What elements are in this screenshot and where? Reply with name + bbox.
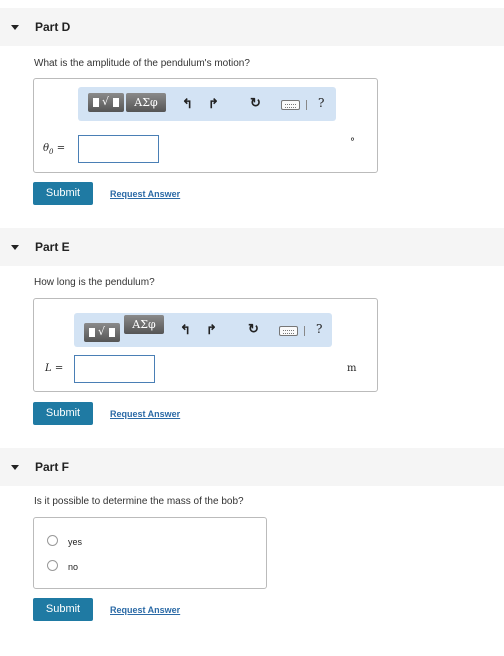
- unit-label: m: [347, 363, 357, 374]
- part-title: Part E: [35, 240, 70, 254]
- request-answer-link[interactable]: Request Answer: [110, 189, 180, 199]
- part-title: Part F: [35, 460, 70, 474]
- greek-symbols-button[interactable]: ΑΣφ: [124, 315, 164, 334]
- toolbar-divider: [304, 326, 305, 336]
- template-button[interactable]: √: [88, 93, 124, 112]
- undo-icon[interactable]: ↰: [180, 322, 191, 338]
- answer-box: yes no: [33, 517, 267, 589]
- undo-icon[interactable]: ↰: [182, 96, 193, 112]
- part-e-header[interactable]: Part E: [0, 228, 504, 266]
- amplitude-input[interactable]: [78, 135, 159, 163]
- submit-button[interactable]: Submit: [33, 182, 93, 205]
- help-icon[interactable]: ?: [318, 96, 324, 110]
- answer-box: √ ΑΣφ ↰ ↱ ↻ ? θ0 = °: [33, 78, 378, 173]
- variable-label: θ0 =: [43, 143, 66, 156]
- part-title: Part D: [35, 20, 71, 34]
- keyboard-icon[interactable]: [281, 100, 300, 110]
- template-square: [109, 328, 115, 337]
- radical-icon: √: [102, 95, 110, 108]
- reset-icon[interactable]: ↻: [248, 321, 259, 337]
- submit-button[interactable]: Submit: [33, 598, 93, 621]
- help-icon[interactable]: ?: [316, 322, 322, 336]
- toolbar-divider: [306, 100, 307, 110]
- option-label-yes: yes: [68, 537, 83, 547]
- question-text: What is the amplitude of the pendulum's …: [34, 58, 250, 69]
- collapse-caret-icon[interactable]: [11, 244, 19, 250]
- part-f-header[interactable]: Part F: [0, 448, 504, 486]
- reset-icon[interactable]: ↻: [250, 95, 261, 111]
- submit-button[interactable]: Submit: [33, 402, 93, 425]
- radio-no[interactable]: [47, 560, 58, 571]
- request-answer-link[interactable]: Request Answer: [110, 605, 180, 615]
- unit-label: °: [350, 137, 355, 148]
- redo-icon[interactable]: ↱: [208, 96, 219, 112]
- template-square: [113, 98, 119, 107]
- math-toolbar: √ ΑΣφ ↰ ↱ ↻ ?: [78, 87, 336, 121]
- option-label-no: no: [68, 562, 79, 572]
- redo-icon[interactable]: ↱: [206, 322, 217, 338]
- question-text: Is it possible to determine the mass of …: [34, 496, 244, 507]
- part-d-header[interactable]: Part D: [0, 8, 504, 46]
- template-button[interactable]: √: [84, 323, 120, 342]
- length-input[interactable]: [74, 355, 155, 383]
- keyboard-icon[interactable]: [279, 326, 298, 336]
- collapse-caret-icon[interactable]: [11, 464, 19, 470]
- template-square: [89, 328, 95, 337]
- radical-icon: √: [98, 325, 106, 338]
- collapse-caret-icon[interactable]: [11, 24, 19, 30]
- math-toolbar: √ ΑΣφ ↰ ↱ ↻ ?: [74, 313, 332, 347]
- greek-symbols-button[interactable]: ΑΣφ: [126, 93, 166, 112]
- answer-box: √ ΑΣφ ↰ ↱ ↻ ? L = m: [33, 298, 378, 392]
- template-square: [93, 98, 99, 107]
- question-text: How long is the pendulum?: [34, 277, 155, 288]
- radio-yes[interactable]: [47, 535, 58, 546]
- request-answer-link[interactable]: Request Answer: [110, 409, 180, 419]
- variable-label: L =: [45, 363, 64, 374]
